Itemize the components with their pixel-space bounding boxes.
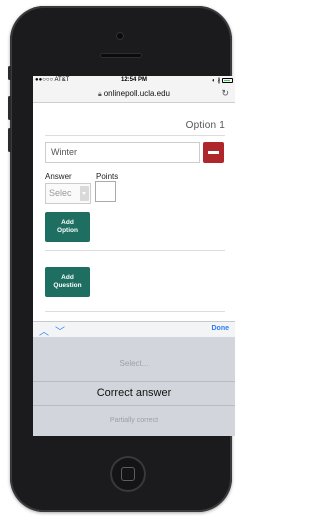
phone-screen: ●●○○○ AT&T 12:54 PM ◐ ∦ 🔒︎ onlinepoll.ucl… (33, 76, 235, 436)
volume-up-button (8, 96, 11, 120)
reload-icon[interactable]: ↻ (221, 88, 229, 99)
url-text[interactable]: onlinepoll.ucla.edu (104, 89, 170, 98)
poll-form: Option 1 Winter Answer Points Selec Add … (33, 103, 235, 321)
status-indicators: ◐ ∦ (212, 77, 233, 84)
select-picker[interactable]: Select... Correct answer Partially corre… (33, 337, 235, 436)
option-text-input[interactable]: Winter (45, 142, 200, 163)
front-camera (116, 32, 124, 40)
add-option-button[interactable]: Add Option (45, 212, 90, 242)
lock-icon: 🔒︎ (97, 91, 102, 98)
battery-icon (222, 77, 233, 83)
answer-select-value: Selec (49, 188, 72, 198)
remove-option-button[interactable] (203, 142, 224, 163)
url-bar[interactable]: 🔒︎ onlinepoll.ucla.edu ↻ (33, 86, 235, 103)
earpiece-speaker (100, 53, 142, 58)
add-question-label: Add Question (53, 274, 82, 289)
answer-label: Answer (45, 172, 72, 181)
home-button[interactable] (110, 456, 146, 492)
next-field-icon[interactable]: ﹀ (55, 323, 65, 338)
divider (45, 250, 225, 251)
picker-selection-line (33, 381, 235, 382)
divider (45, 311, 225, 312)
mute-switch (8, 66, 11, 80)
picker-selection-line (33, 405, 235, 406)
add-option-label: Add Option (57, 219, 78, 234)
done-button[interactable]: Done (212, 325, 230, 332)
picker-option-selected[interactable]: Correct answer (33, 387, 235, 399)
previous-field-icon[interactable]: ︿ (39, 323, 49, 338)
home-square-icon (121, 467, 135, 481)
chevron-down-icon (80, 186, 89, 201)
status-time: 12:54 PM (120, 77, 147, 83)
answer-select[interactable]: Selec (45, 183, 91, 204)
volume-down-button (8, 128, 11, 152)
picker-toolbar: ︿ ﹀ Done (33, 321, 235, 338)
option-title: Option 1 (185, 120, 225, 131)
status-icons: ◐ ∦ (212, 78, 221, 84)
points-label: Points (96, 172, 119, 181)
status-bar: ●●○○○ AT&T 12:54 PM ◐ ∦ (33, 76, 235, 86)
picker-option[interactable]: Select... (33, 359, 235, 368)
minus-icon (208, 151, 219, 154)
url-text-wrap[interactable]: 🔒︎ onlinepoll.ucla.edu (33, 89, 235, 99)
picker-option[interactable]: Partially correct (33, 417, 235, 424)
points-input[interactable] (95, 181, 116, 202)
divider (45, 135, 225, 136)
add-question-button[interactable]: Add Question (45, 267, 90, 297)
